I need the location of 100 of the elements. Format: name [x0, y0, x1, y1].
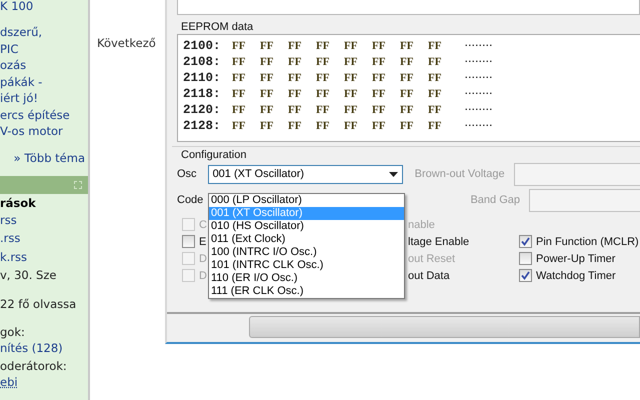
- byte-value: FF: [372, 120, 386, 132]
- sidebar-link[interactable]: .rss: [0, 232, 88, 246]
- byte-value: FF: [288, 72, 302, 84]
- byte-value: FF: [344, 40, 358, 52]
- sidebar-link[interactable]: ercs építése: [0, 108, 88, 122]
- byte-value: FF: [428, 88, 442, 100]
- input-field[interactable]: [514, 162, 640, 186]
- sidebar-link[interactable]: V-os motor: [0, 125, 88, 139]
- more-topics-link[interactable]: » Több téma: [14, 152, 85, 165]
- byte-value: FF: [260, 104, 274, 116]
- byte-value: FF: [232, 40, 246, 52]
- ascii-text: ........: [465, 102, 494, 112]
- ascii-text: ........: [465, 86, 494, 96]
- byte-value: FF: [428, 120, 442, 132]
- checkbox-label: Watchdog Timer: [536, 270, 616, 282]
- sidebar-link[interactable]: PIC: [0, 42, 88, 56]
- address-text: 2110:: [183, 71, 222, 85]
- checkbox-label: out Reset: [408, 252, 456, 266]
- checkbox-label: out Data: [408, 268, 451, 284]
- checkbox[interactable]: [519, 252, 532, 265]
- sidebar-text: 22 fő olvassa: [0, 298, 78, 311]
- byte-value: FF: [372, 88, 386, 100]
- checkbox[interactable]: [519, 235, 532, 248]
- dropdown-option[interactable]: 101 (INTRC CLK Osc.): [209, 259, 404, 272]
- checkbox-label: Pin Function (MCLR): [536, 236, 639, 248]
- checkbox-label: C: [199, 218, 207, 230]
- byte-value: FF: [400, 40, 414, 52]
- sidebar-text: v, 30. Sze: [0, 269, 58, 282]
- byte-value: FF: [316, 56, 330, 68]
- checkbox-label: ltage Enable: [408, 234, 470, 250]
- group-title: Configuration: [180, 148, 248, 161]
- ascii-text: ........: [465, 118, 494, 128]
- sidebar-link[interactable]: iért jó!: [0, 92, 88, 106]
- checkbox-label: D: [199, 252, 207, 264]
- byte-value: FF: [288, 40, 302, 52]
- sidebar-link[interactable]: k.rss: [0, 250, 88, 264]
- ascii-text: ........: [465, 70, 494, 80]
- byte-value: FF: [232, 72, 246, 84]
- byte-value: FF: [316, 72, 330, 84]
- sidebar-link[interactable]: pákák -: [0, 76, 88, 90]
- dropdown-option[interactable]: 111 (ER CLK Osc.): [209, 285, 404, 298]
- byte-value: FF: [316, 88, 330, 100]
- checkbox-label: D: [199, 270, 207, 282]
- address-text: 2120:: [183, 103, 222, 117]
- byte-value: FF: [316, 40, 330, 52]
- byte-value: FF: [400, 56, 414, 68]
- input-field[interactable]: [529, 188, 640, 212]
- sidebar-link[interactable]: ozás: [0, 59, 88, 73]
- group-title: EEPROM data: [180, 20, 254, 34]
- byte-value: FF: [260, 40, 274, 52]
- field-label: Code: [177, 194, 204, 206]
- byte-value: FF: [400, 72, 414, 84]
- byte-value: FF: [428, 72, 442, 84]
- ascii-text: ........: [465, 54, 494, 64]
- byte-value: FF: [260, 56, 274, 68]
- byte-value: FF: [288, 56, 302, 68]
- byte-value: FF: [288, 104, 302, 116]
- ascii-text: ........: [465, 38, 494, 48]
- byte-value: FF: [260, 120, 274, 132]
- sidebar-link[interactable]: nítés (128): [0, 342, 88, 355]
- byte-value: FF: [372, 104, 386, 116]
- field-label: Brown-out Voltage: [414, 168, 505, 180]
- dropdown-option[interactable]: 010 (HS Oscillator): [209, 220, 404, 233]
- checkbox-label: nable: [408, 218, 436, 232]
- section-heading: rások: [0, 197, 37, 210]
- byte-value: FF: [288, 88, 302, 100]
- sidebar-link[interactable]: rss: [0, 214, 88, 227]
- checkbox-label: E: [199, 236, 206, 248]
- checkbox[interactable]: [182, 235, 195, 248]
- dropdown-option[interactable]: 110 (ER I/O Osc.): [209, 272, 404, 285]
- dropdown-option[interactable]: 011 (Ext Clock): [209, 233, 404, 246]
- checkbox[interactable]: [519, 269, 532, 282]
- byte-value: FF: [344, 56, 358, 68]
- checkbox-label: Power-Up Timer: [536, 252, 616, 264]
- osc-dropdown[interactable]: 001 (XT Oscillator): [208, 164, 403, 184]
- byte-value: FF: [260, 88, 274, 100]
- sidebar-text: gok:: [0, 326, 26, 340]
- user-link[interactable]: ebi: [0, 376, 18, 389]
- byte-value: FF: [232, 120, 246, 132]
- byte-value: FF: [344, 120, 358, 132]
- byte-value: FF: [232, 88, 246, 100]
- byte-value: FF: [372, 40, 386, 52]
- dropdown-option[interactable]: 000 (LP Oscillator): [209, 194, 404, 207]
- sidebar-link[interactable]: K 100: [0, 0, 88, 14]
- expand-icon[interactable]: [74, 181, 82, 189]
- byte-value: FF: [400, 104, 414, 116]
- sidebar-link[interactable]: dszerű,: [0, 26, 88, 40]
- byte-value: FF: [316, 104, 330, 116]
- field-label: Band Gap: [469, 194, 520, 206]
- field-label: Osc: [177, 168, 197, 180]
- address-text: 2108:: [183, 55, 222, 69]
- byte-value: FF: [344, 104, 358, 116]
- byte-value: FF: [372, 56, 386, 68]
- byte-value: FF: [232, 56, 246, 68]
- byte-value: FF: [232, 104, 246, 116]
- sidebar-text: oderátorok:: [0, 360, 68, 374]
- dropdown-option[interactable]: 100 (INTRC I/O Osc.): [209, 246, 404, 259]
- byte-value: FF: [344, 72, 358, 84]
- address-text: 2100:: [183, 39, 222, 53]
- address-text: 2128:: [183, 119, 222, 133]
